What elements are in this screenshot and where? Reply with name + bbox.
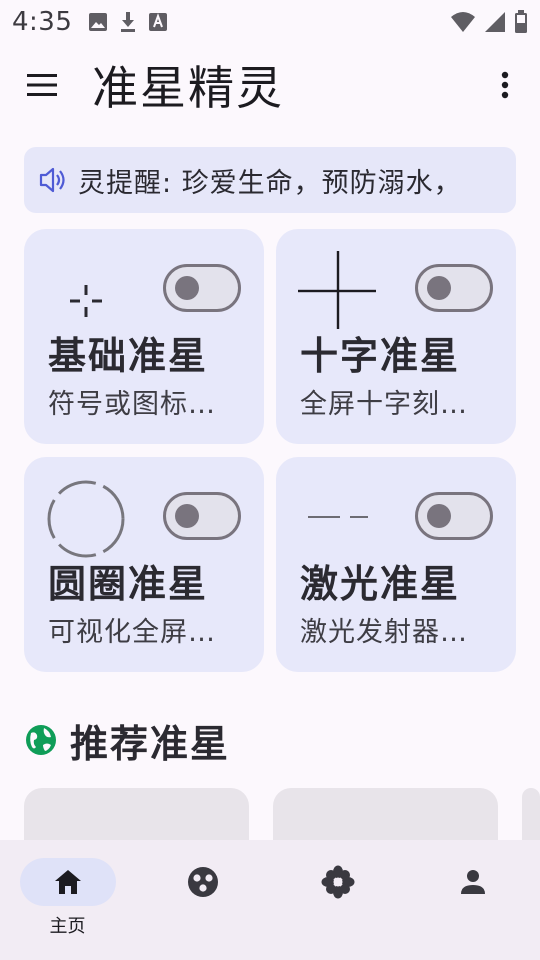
- menu-button[interactable]: [0, 44, 84, 126]
- image-icon: [89, 13, 108, 31]
- menu-icon: [27, 74, 57, 96]
- speaker-icon: [39, 167, 65, 193]
- nav-profile[interactable]: [405, 840, 540, 960]
- app-bar: 准星精灵: [0, 44, 540, 126]
- toggle-knob: [175, 276, 199, 300]
- crosshair-circle-icon: [47, 480, 125, 558]
- palette-icon: [187, 867, 218, 897]
- toggle-knob: [427, 276, 451, 300]
- more-vertical-icon: [501, 71, 509, 99]
- person-icon: [460, 870, 485, 894]
- card-laser-crosshair[interactable]: 激光准星 激光发射器…: [276, 457, 516, 672]
- card-description: 全屏十字刻…: [300, 389, 468, 420]
- wifi-icon: [451, 12, 475, 32]
- nav-home[interactable]: 主页: [0, 840, 135, 960]
- basic-crosshair-toggle[interactable]: [163, 264, 241, 312]
- card-title: 激光准星: [300, 562, 461, 606]
- laser-crosshair-toggle[interactable]: [415, 492, 493, 540]
- nav-icon-container: [425, 858, 521, 906]
- text-a-icon: [149, 13, 168, 31]
- status-time: 4:35: [12, 7, 73, 37]
- circle-crosshair-toggle[interactable]: [163, 492, 241, 540]
- nav-styles[interactable]: [135, 840, 270, 960]
- nav-active-indicator: [19, 858, 116, 906]
- card-title: 圆圈准星: [48, 562, 209, 606]
- page-title: 准星精灵: [92, 61, 284, 115]
- crosshair-cross-icon: [298, 251, 376, 329]
- crosshair-basic-icon: [70, 285, 102, 317]
- card-description: 可视化全屏…: [48, 617, 216, 648]
- globe-icon: [26, 725, 56, 755]
- card-cross-crosshair[interactable]: 十字准星 全屏十字刻…: [276, 229, 516, 444]
- crosshair-laser-icon: [308, 516, 368, 518]
- status-notification-icons: [88, 11, 168, 33]
- bottom-navigation: 主页: [0, 840, 540, 960]
- card-title: 基础准星: [48, 334, 209, 378]
- card-description: 激光发射器…: [300, 617, 468, 648]
- nav-label: 主页: [49, 916, 86, 937]
- card-title: 十字准星: [300, 334, 461, 378]
- flower-icon: [321, 865, 354, 899]
- home-icon: [54, 870, 81, 894]
- recommend-section-header: 推荐准星: [24, 712, 230, 768]
- more-options-button[interactable]: [470, 44, 540, 126]
- battery-icon: [515, 10, 527, 33]
- notice-text: 灵提醒: 珍爱生命，预防溺水，: [78, 167, 462, 199]
- section-title: 推荐准星: [70, 721, 231, 766]
- card-basic-crosshair[interactable]: 基础准星 符号或图标…: [24, 229, 264, 444]
- nav-settings[interactable]: [270, 840, 405, 960]
- card-description: 符号或图标…: [48, 389, 216, 420]
- status-bar: 4:35: [0, 0, 540, 44]
- toggle-knob: [427, 504, 451, 528]
- card-circle-crosshair[interactable]: 圆圈准星 可视化全屏…: [24, 457, 264, 672]
- toggle-knob: [175, 504, 199, 528]
- nav-icon-container: [155, 858, 251, 906]
- status-system-icons: [450, 10, 528, 34]
- signal-icon: [485, 12, 505, 32]
- nav-icon-container: [290, 858, 386, 906]
- cross-crosshair-toggle[interactable]: [415, 264, 493, 312]
- notice-banner[interactable]: 灵提醒: 珍爱生命，预防溺水，: [24, 147, 516, 213]
- download-icon: [121, 12, 136, 32]
